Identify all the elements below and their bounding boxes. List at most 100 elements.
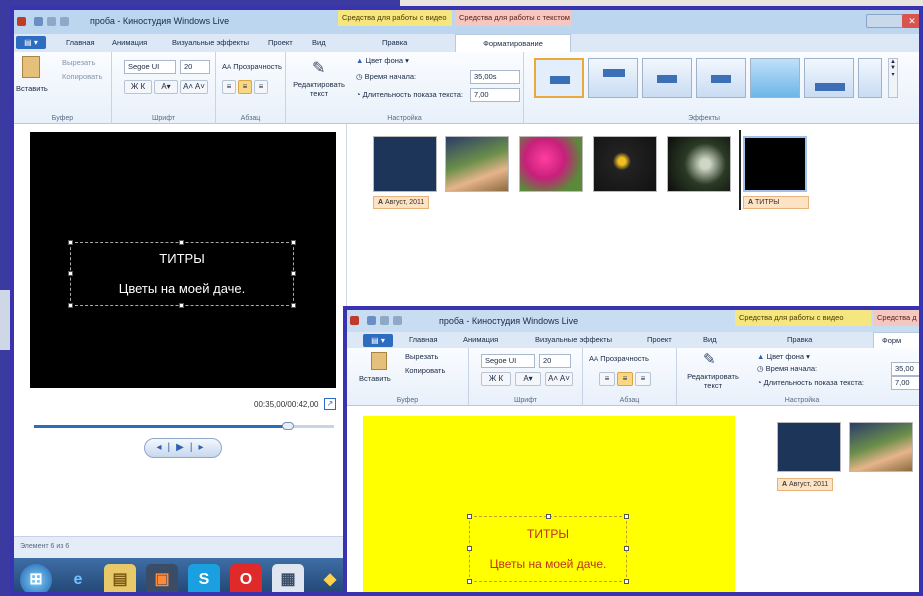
notes-icon[interactable]: ▦: [272, 564, 304, 592]
background-color-button-2[interactable]: ▲ Цвет фона ▾: [757, 352, 810, 361]
copy-button[interactable]: Копировать: [62, 72, 102, 81]
playback-controls[interactable]: ◂|▶|▸: [144, 438, 222, 458]
clip-title-card-2[interactable]: [777, 422, 841, 472]
bg-color-label: Цвет фона: [365, 56, 404, 65]
tab-format[interactable]: Форматирование: [455, 34, 571, 52]
caption-august-2[interactable]: A Август, 2011: [777, 478, 834, 491]
font-name-select-2[interactable]: Segoe UI: [481, 354, 535, 368]
font-size-select-2[interactable]: 20: [539, 354, 571, 368]
align-center-button-2[interactable]: ≡: [617, 372, 633, 386]
video-preview[interactable]: ТИТРЫ Цветы на моей даче.: [30, 132, 336, 388]
cut-button[interactable]: Вырезать: [62, 58, 95, 67]
tab-view[interactable]: Вид: [312, 38, 326, 47]
font-grow-shrink-buttons[interactable]: A˄ A˅: [180, 80, 208, 94]
tab-animation[interactable]: Анимация: [112, 38, 147, 47]
align-left-button[interactable]: ≡: [222, 80, 236, 94]
tab-home[interactable]: Главная: [66, 38, 95, 47]
tab-home-2[interactable]: Главная: [409, 335, 438, 344]
redo-icon[interactable]: [60, 17, 69, 26]
clip-flowers-1-2[interactable]: [849, 422, 913, 472]
tab-visual-effects-2[interactable]: Визуальные эффекты: [535, 335, 612, 344]
skype-icon[interactable]: S: [188, 564, 220, 592]
transparency-button[interactable]: AA Прозрачность: [222, 62, 282, 71]
tab-animation-2[interactable]: Анимация: [463, 335, 498, 344]
next-frame-icon[interactable]: |▸: [190, 442, 210, 453]
effect-zoom-in[interactable]: [642, 58, 692, 98]
edit-text-button-2[interactable]: Редактировать текст: [683, 372, 743, 390]
tab-project[interactable]: Проект: [268, 38, 293, 47]
group-paragraph-2: AA Прозрачность ≡ ≡ ≡ Абзац: [583, 348, 677, 406]
clip-flowers-3[interactable]: [593, 136, 657, 192]
bold-italic-buttons[interactable]: Ж К: [124, 80, 152, 94]
prev-frame-icon[interactable]: ◂|: [157, 442, 177, 453]
paste-button[interactable]: Вставить: [16, 84, 48, 93]
font-name-select[interactable]: Segoe UI: [124, 60, 176, 74]
bold-italic-buttons-2[interactable]: Ж К: [481, 372, 511, 386]
opera-icon[interactable]: O: [230, 564, 262, 592]
align-right-button-2[interactable]: ≡: [635, 372, 651, 386]
tab-edit-2[interactable]: Правка: [787, 335, 812, 344]
cut-button-2[interactable]: Вырезать: [405, 352, 438, 361]
media-icon[interactable]: ▣: [146, 564, 178, 592]
edit-text-button[interactable]: Редактировать текст: [292, 80, 346, 98]
tab-format-2[interactable]: Форм: [873, 332, 919, 348]
seek-thumb[interactable]: [282, 422, 294, 430]
clip-title-card[interactable]: [373, 136, 437, 192]
clip-flowers-1[interactable]: [445, 136, 509, 192]
effect-zoom-out[interactable]: [696, 58, 746, 98]
save-icon-2[interactable]: [367, 316, 376, 325]
fullscreen-icon[interactable]: ↗: [324, 398, 336, 410]
paste-button-2[interactable]: Вставить: [359, 374, 391, 383]
font-size-select[interactable]: 20: [180, 60, 210, 74]
font-grow-shrink-buttons-2[interactable]: A˄ A˅: [545, 372, 573, 386]
close-button[interactable]: ✕: [902, 14, 919, 28]
group-label-settings-2: Настройка: [784, 397, 820, 404]
align-center-button[interactable]: ≡: [238, 80, 252, 94]
effect-slide[interactable]: [804, 58, 854, 98]
video-preview-2[interactable]: ТИТРЫ Цветы на моей даче.: [363, 416, 735, 592]
movie-maker-window-2: проба - Киностудия Windows Live Средства…: [343, 306, 923, 596]
effect-swing[interactable]: [858, 58, 882, 98]
start-button[interactable]: ⊞: [20, 564, 52, 592]
text-box-2[interactable]: ТИТРЫ Цветы на моей даче.: [467, 514, 629, 584]
tab-project-2[interactable]: Проект: [647, 335, 672, 344]
explorer-icon[interactable]: ▤: [104, 564, 136, 592]
redo-icon-2[interactable]: [393, 316, 402, 325]
caption-august[interactable]: A Август, 2011: [373, 196, 430, 209]
save-icon[interactable]: [34, 17, 43, 26]
text-box[interactable]: ТИТРЫ Цветы на моей даче.: [68, 240, 296, 308]
start-time-input[interactable]: 35,00s: [470, 70, 520, 84]
clip-flowers-2[interactable]: [519, 136, 583, 192]
tab-view-2[interactable]: Вид: [703, 335, 717, 344]
duration-input[interactable]: 7,00: [470, 88, 520, 102]
bg-color-label-2: Цвет фона: [766, 352, 805, 361]
undo-icon-2[interactable]: [380, 316, 389, 325]
seek-bar[interactable]: [34, 422, 334, 430]
font-color-button-2[interactable]: A▾: [515, 372, 541, 386]
font-color-button[interactable]: A▾: [154, 80, 178, 94]
duration-input-2[interactable]: 7,00: [891, 376, 919, 390]
undo-icon[interactable]: [47, 17, 56, 26]
effect-scroll[interactable]: [588, 58, 638, 98]
ie-icon[interactable]: e: [62, 564, 94, 592]
file-menu-button-2[interactable]: ▤ ▾: [363, 334, 393, 347]
background-color-button[interactable]: ▲ Цвет фона ▾: [356, 56, 409, 65]
transparency-button-2[interactable]: AA Прозрачность: [589, 354, 649, 363]
copy-button-2[interactable]: Копировать: [405, 366, 445, 375]
file-menu-button[interactable]: ▤ ▾: [16, 36, 46, 49]
caption-titles[interactable]: A ТИТРЫ: [743, 196, 809, 209]
clip-flowers-4[interactable]: [667, 136, 731, 192]
play-icon[interactable]: ▶: [176, 442, 190, 453]
app-icon-extra[interactable]: ◆: [314, 564, 346, 592]
tab-visual-effects[interactable]: Визуальные эффекты: [172, 38, 249, 47]
start-time-input-2[interactable]: 35,00: [891, 362, 919, 376]
tab-edit[interactable]: Правка: [382, 38, 407, 47]
align-left-button-2[interactable]: ≡: [599, 372, 615, 386]
effect-none[interactable]: [534, 58, 584, 98]
title-bar: проба - Киностудия Windows Live Средства…: [14, 10, 919, 34]
align-right-button[interactable]: ≡: [254, 80, 268, 94]
playhead[interactable]: [739, 130, 741, 210]
effects-gallery-scroll[interactable]: ▲ ▼ ▾: [888, 58, 898, 98]
effect-glow[interactable]: [750, 58, 800, 98]
clip-titles[interactable]: [743, 136, 807, 192]
